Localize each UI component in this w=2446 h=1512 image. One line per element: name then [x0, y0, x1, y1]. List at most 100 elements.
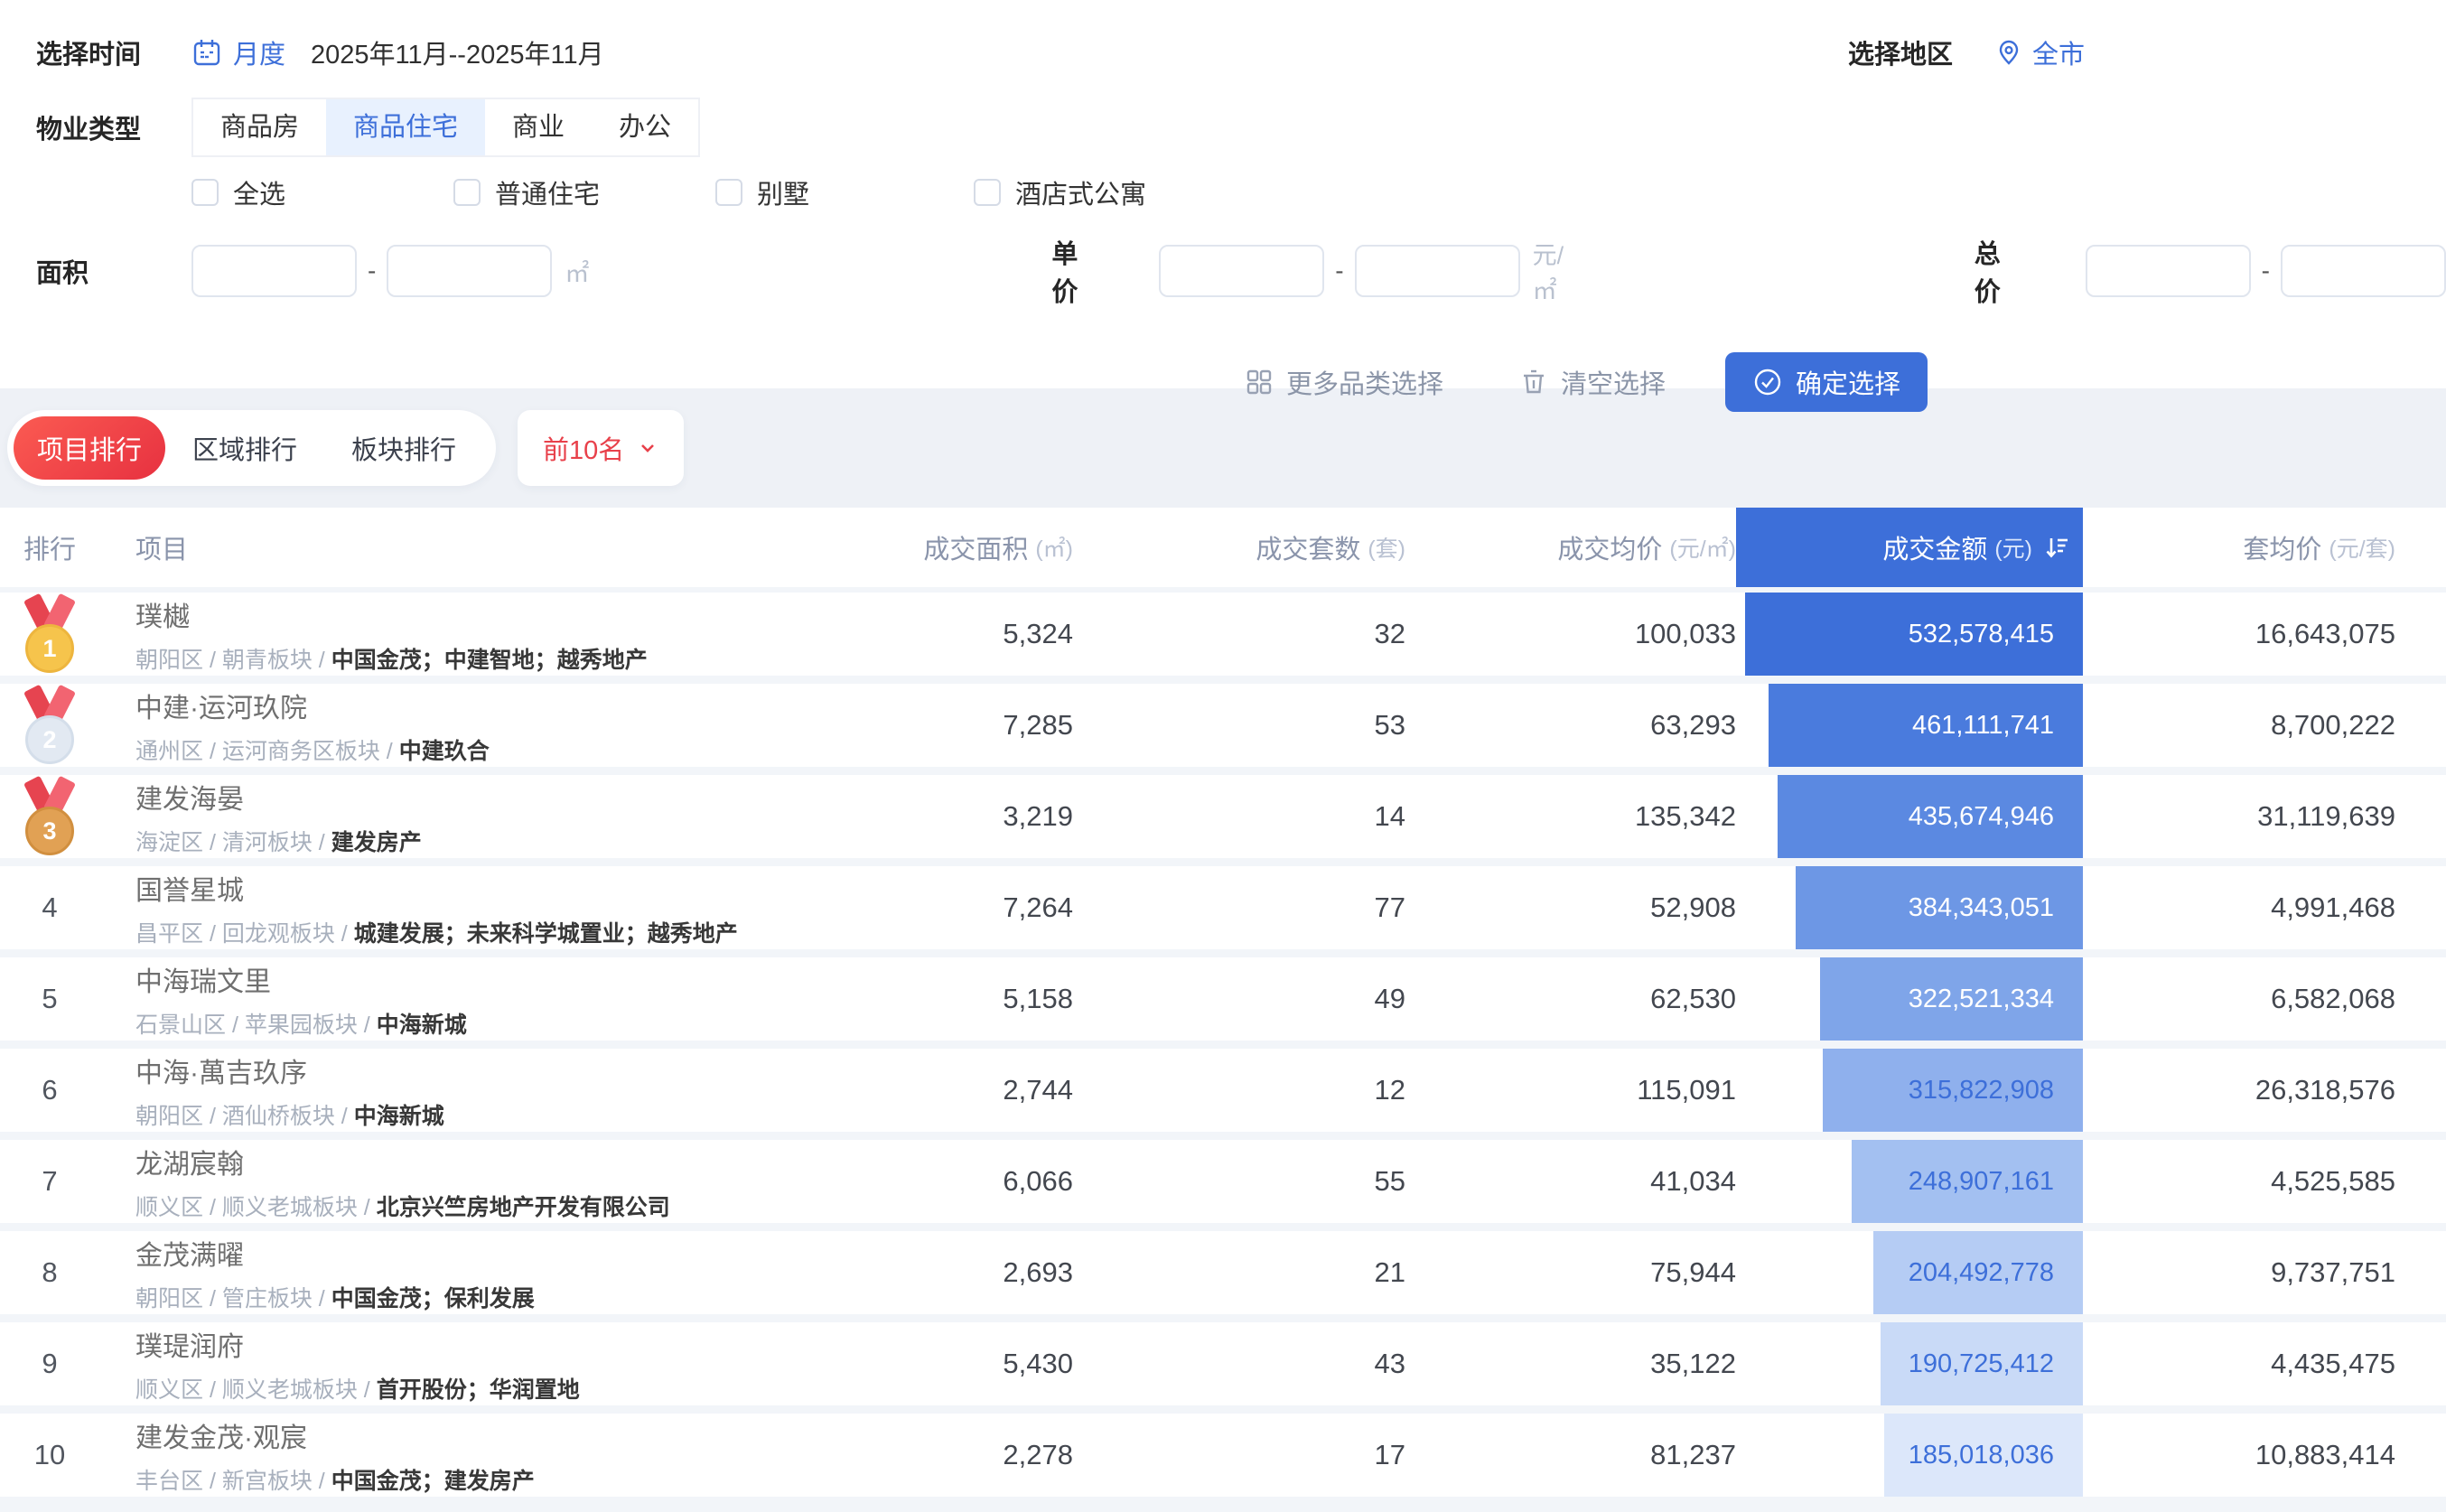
project-name[interactable]: 建发金茂·观宸	[135, 1415, 847, 1455]
table-row[interactable]: 6中海·萬吉玖序朝阳区 / 酒仙桥板块 / 中海新城2,74412115,091…	[0, 1049, 2446, 1132]
header-avg-price[interactable]: 成交均价(元/㎡)	[1405, 508, 1736, 587]
deal-area-value: 3,219	[847, 775, 1073, 858]
project-cell[interactable]: 建发海晏海淀区 / 清河板块 / 建发房产	[99, 775, 847, 858]
project-name[interactable]: 龙湖宸翰	[135, 1142, 847, 1181]
total-price-max-input[interactable]	[2281, 245, 2446, 297]
project-name[interactable]: 璞樾	[135, 594, 847, 634]
deal-amount-cell: 322,521,334	[1736, 957, 2083, 1041]
deal-amount-cell: 461,111,741	[1736, 684, 2083, 767]
more-categories-button[interactable]: 更多品类选择	[1245, 363, 1443, 401]
project-cell[interactable]: 建发金茂·观宸丰台区 / 新宫板块 / 中国金茂；建发房产	[99, 1414, 847, 1497]
region-value-link[interactable]: 全市	[2032, 33, 2085, 71]
table-row[interactable]: 10建发金茂·观宸丰台区 / 新宫板块 / 中国金茂；建发房产2,2781781…	[0, 1414, 2446, 1497]
table-row[interactable]: 2中建·运河玖院通州区 / 运河商务区板块 / 中建玖合7,2855363,29…	[0, 684, 2446, 767]
deal-area-value: 2,278	[847, 1414, 1073, 1497]
per-unit-price-value: 31,119,639	[2083, 775, 2395, 858]
project-cell[interactable]: 国誉星城昌平区 / 回龙观板块 / 城建发展；未来科学城置业；越秀地产	[99, 866, 847, 949]
deal-amount-cell: 185,018,036	[1736, 1414, 2083, 1497]
table-row[interactable]: 7龙湖宸翰顺义区 / 顺义老城板块 / 北京兴竺房地产开发有限公司6,06655…	[0, 1140, 2446, 1223]
project-location-developer: 朝阳区 / 酒仙桥板块 / 中海新城	[135, 1098, 847, 1131]
checkbox-villa[interactable]: 别墅	[715, 173, 809, 211]
tab-district-ranking[interactable]: 区域排行	[165, 429, 324, 467]
filter-section: 选择时间 月度 2025年11月--2025年11月 选择地区	[0, 0, 2446, 388]
tab-block-ranking[interactable]: 板块排行	[324, 429, 483, 467]
project-name[interactable]: 建发海晏	[135, 777, 847, 817]
table-row[interactable]: 8金茂满曜朝阳区 / 管庄板块 / 中国金茂；保利发展2,6932175,944…	[0, 1231, 2446, 1314]
header-deal-units[interactable]: 成交套数(套)	[1073, 508, 1405, 587]
project-cell[interactable]: 璞瑅润府顺义区 / 顺义老城板块 / 首开股份；华润置地	[99, 1322, 847, 1405]
real-estate-ranking-app: 选择时间 月度 2025年11月--2025年11月 选择地区	[0, 0, 2446, 1512]
deal-units-value: 32	[1073, 593, 1405, 676]
table-row[interactable]: 4国誉星城昌平区 / 回龙观板块 / 城建发展；未来科学城置业；越秀地产7,26…	[0, 866, 2446, 949]
top-n-dropdown[interactable]: 前10名	[518, 410, 684, 486]
unit-price-min-input[interactable]	[1159, 245, 1324, 297]
sort-descending-icon[interactable]	[2043, 534, 2070, 561]
ranking-tabs: 项目排行 区域排行 板块排行	[7, 410, 496, 486]
header-deal-area[interactable]: 成交面积(㎡)	[847, 508, 1073, 587]
avg-price-value: 62,530	[1405, 957, 1736, 1041]
period-mode-link[interactable]: 月度	[233, 33, 285, 71]
tab-commercial[interactable]: 商业	[485, 99, 592, 155]
checkbox-box[interactable]	[715, 179, 742, 206]
project-cell[interactable]: 中建·运河玖院通州区 / 运河商务区板块 / 中建玖合	[99, 684, 847, 767]
clear-selection-button[interactable]: 清空选择	[1519, 363, 1666, 401]
confirm-selection-button[interactable]: 确定选择	[1725, 352, 1928, 412]
deal-units-value: 43	[1073, 1322, 1405, 1405]
tab-commodity-housing[interactable]: 商品房	[193, 99, 326, 155]
calendar-icon[interactable]	[191, 37, 222, 68]
tab-commodity-residence[interactable]: 商品住宅	[326, 99, 485, 155]
deal-units-value: 17	[1073, 1414, 1405, 1497]
project-name[interactable]: 中海瑞文里	[135, 959, 847, 999]
trash-icon	[1519, 368, 1548, 397]
deal-units-value: 77	[1073, 866, 1405, 949]
deal-area-value: 5,430	[847, 1322, 1073, 1405]
location-pin-icon[interactable]	[1994, 38, 2023, 67]
deal-amount-cell: 384,343,051	[1736, 866, 2083, 949]
project-cell[interactable]: 金茂满曜朝阳区 / 管庄板块 / 中国金茂；保利发展	[99, 1231, 847, 1314]
project-name[interactable]: 金茂满曜	[135, 1233, 847, 1273]
project-location-developer: 通州区 / 运河商务区板块 / 中建玖合	[135, 733, 847, 766]
rank-number: 10	[34, 1439, 65, 1471]
project-name[interactable]: 璞瑅润府	[135, 1324, 847, 1364]
checkbox-box[interactable]	[453, 179, 481, 206]
project-name[interactable]: 中建·运河玖院	[135, 686, 847, 725]
table-row[interactable]: 9璞瑅润府顺义区 / 顺义老城板块 / 首开股份；华润置地5,4304335,1…	[0, 1322, 2446, 1405]
area-unit-label: ㎡	[565, 254, 589, 289]
project-cell[interactable]: 璞樾朝阳区 / 朝青板块 / 中国金茂；中建智地；越秀地产	[99, 593, 847, 676]
deal-amount-bar: 532,578,415	[1745, 593, 2083, 676]
unit-price-max-input[interactable]	[1355, 245, 1520, 297]
project-location-developer: 顺义区 / 顺义老城板块 / 首开股份；华润置地	[135, 1372, 847, 1405]
table-row[interactable]: 5中海瑞文里石景山区 / 苹果园板块 / 中海新城5,1584962,53032…	[0, 957, 2446, 1041]
total-price-min-input[interactable]	[2086, 245, 2251, 297]
checkbox-ordinary-residence[interactable]: 普通住宅	[453, 173, 600, 211]
deal-amount-bar: 185,018,036	[1884, 1414, 2083, 1497]
checkbox-hotel-apartment[interactable]: 酒店式公寓	[974, 173, 1146, 211]
header-rank: 排行	[0, 508, 99, 587]
checkbox-box[interactable]	[974, 179, 1001, 206]
project-name[interactable]: 中海·萬吉玖序	[135, 1050, 847, 1090]
project-cell[interactable]: 龙湖宸翰顺义区 / 顺义老城板块 / 北京兴竺房地产开发有限公司	[99, 1140, 847, 1223]
header-per-unit-price[interactable]: 套均价(元/套)	[2083, 508, 2395, 587]
deal-area-value: 5,324	[847, 593, 1073, 676]
project-cell[interactable]: 中海·萬吉玖序朝阳区 / 酒仙桥板块 / 中海新城	[99, 1049, 847, 1132]
rank-cell: 7	[0, 1140, 99, 1223]
tab-office[interactable]: 办公	[592, 99, 698, 155]
deal-amount-cell: 315,822,908	[1736, 1049, 2083, 1132]
table-row[interactable]: 3建发海晏海淀区 / 清河板块 / 建发房产3,21914135,342435,…	[0, 775, 2446, 858]
area-max-input[interactable]	[387, 245, 552, 297]
area-min-input[interactable]	[191, 245, 357, 297]
property-type-label: 物业类型	[36, 108, 191, 146]
checkbox-box[interactable]	[191, 179, 219, 206]
more-categories-label: 更多品类选择	[1286, 363, 1443, 401]
avg-price-value: 115,091	[1405, 1049, 1736, 1132]
rank-cell: 2	[0, 684, 99, 767]
tab-project-ranking[interactable]: 项目排行	[14, 416, 165, 480]
header-deal-amount-sorted[interactable]: 成交金额(元)	[1736, 508, 2083, 587]
checkbox-select-all[interactable]: 全选	[191, 173, 285, 211]
time-filter-label: 选择时间	[36, 33, 191, 71]
project-name[interactable]: 国誉星城	[135, 868, 847, 908]
date-range-value[interactable]: 2025年11月--2025年11月	[311, 33, 604, 71]
rank-cell: 5	[0, 957, 99, 1041]
table-row[interactable]: 1璞樾朝阳区 / 朝青板块 / 中国金茂；中建智地；越秀地产5,32432100…	[0, 593, 2446, 676]
project-cell[interactable]: 中海瑞文里石景山区 / 苹果园板块 / 中海新城	[99, 957, 847, 1041]
